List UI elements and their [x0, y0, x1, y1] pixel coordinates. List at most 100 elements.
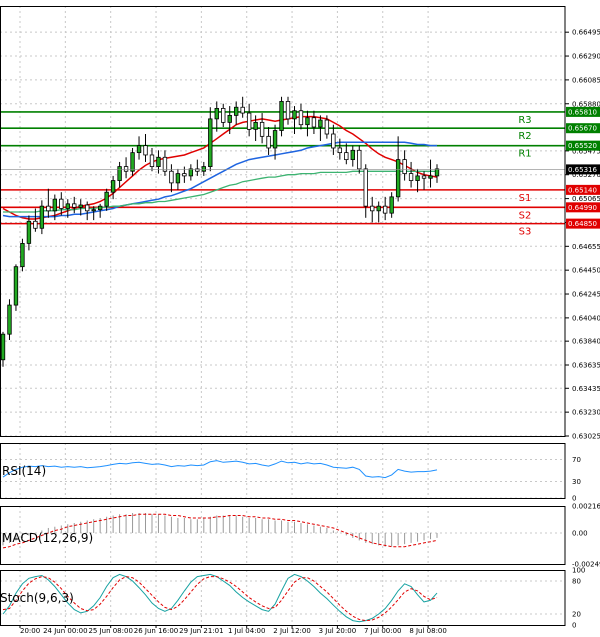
candle-body-up [201, 166, 206, 172]
candle-body-down [46, 205, 51, 212]
candle [279, 96, 284, 137]
candle [20, 238, 25, 272]
level-price-label: 0.64990 [568, 204, 597, 212]
candle [376, 201, 381, 223]
candle-body-down [311, 117, 317, 128]
y-tick-label: 0.64655 [572, 243, 600, 251]
candle-body-down [259, 121, 265, 137]
y-tick-label: 0.63230 [572, 409, 600, 417]
candle-body-up [117, 166, 122, 181]
x-tick-label: 7 Jul 00:00 [364, 627, 402, 635]
main-price-pane: R3 R2 R1 S1 S2 S3 [0, 96, 565, 367]
candle [285, 96, 291, 125]
level-name-r3: R3 [518, 115, 531, 126]
candle [143, 134, 148, 162]
candle [350, 145, 355, 167]
candle-body-up [227, 114, 232, 123]
stoch-label: Stoch(9,6,3) [0, 591, 74, 605]
candle-body-up [26, 220, 32, 244]
candle-body-down [331, 133, 336, 149]
candle-body-up [136, 145, 142, 154]
candle-body-up [234, 106, 239, 116]
candle-body-up [20, 243, 25, 268]
rsi-line [2, 460, 438, 479]
y-tick-label: 0.66495 [572, 29, 600, 37]
y-tick-label: 0.63840 [572, 338, 600, 346]
candle [26, 215, 32, 251]
candle [136, 136, 142, 160]
candle [46, 188, 51, 218]
candle [331, 124, 336, 155]
candle [162, 150, 168, 176]
candle-body-down [59, 198, 64, 209]
candle [208, 107, 213, 172]
candle [78, 199, 83, 216]
current-price-label: 0.65316 [568, 166, 597, 174]
y-tick-label: 0.64450 [572, 267, 600, 275]
x-tick-label: 2 Jul 12:00 [273, 627, 311, 635]
y-tick-label: 0.66290 [572, 53, 600, 61]
level-price-label: 0.65670 [568, 125, 597, 133]
candle-body-up [7, 304, 12, 335]
candle-body-up [130, 152, 135, 172]
candle-body-up [156, 156, 161, 167]
candle-body-up [318, 119, 323, 128]
candle [246, 103, 252, 137]
candle-body-up [272, 130, 278, 149]
candle-body-down [149, 154, 155, 167]
candle [382, 196, 388, 221]
candle-body-down [357, 149, 362, 170]
candle-body-down [370, 205, 375, 212]
candle [402, 150, 407, 181]
y-tick-label: 0.63435 [572, 385, 600, 393]
y-tick-label: 0.63635 [572, 362, 600, 370]
candle [305, 110, 310, 137]
candle-body-up [110, 180, 116, 193]
x-tick-label: 26 Jun 16:00 [134, 627, 178, 635]
candle-body-down [221, 108, 226, 123]
candle-body-down [402, 159, 407, 174]
candle [266, 127, 271, 155]
y-tick-label: 0.63025 [572, 433, 600, 441]
candle-body-up [415, 175, 420, 181]
candle-body-up [428, 175, 433, 179]
candle-body-down [240, 106, 245, 114]
candle [389, 192, 394, 218]
candle-body-down [169, 170, 174, 184]
rsi-tick-label: 30 [572, 478, 581, 486]
candle-body-down [123, 166, 129, 172]
candle [156, 150, 161, 174]
level-name-s3: S3 [519, 227, 532, 238]
stoch-tick-label: 20 [572, 611, 581, 619]
candle-body-up [376, 205, 381, 212]
candle-body-down [421, 175, 427, 179]
candle-body-down [344, 152, 349, 161]
candle [234, 101, 239, 125]
candle-body-down [182, 173, 187, 177]
candle [311, 110, 317, 135]
y-tick-label: 0.66085 [572, 76, 600, 84]
level-price-label: 0.65810 [568, 108, 597, 116]
candle-body-up [434, 168, 440, 177]
candle-body-up [104, 191, 109, 207]
macd-tick-label: 0.002164 [572, 503, 600, 511]
candle-body-down [72, 203, 77, 208]
y-tick-label: 0.64245 [572, 291, 600, 299]
candle-body-down [324, 119, 330, 135]
rsi-label: RSI(14) [2, 464, 46, 478]
candle [201, 161, 206, 176]
candle-body-down [143, 145, 148, 156]
candle-body-down [266, 135, 271, 149]
candle-body-down [285, 101, 291, 120]
candle-body-up [175, 173, 181, 184]
candle [175, 168, 181, 190]
candle-body-up [97, 205, 103, 211]
level-name-r2: R2 [518, 131, 531, 142]
candle-body-down [246, 112, 252, 130]
candle [408, 161, 414, 188]
candle [259, 113, 265, 144]
candle [434, 164, 440, 183]
stoch-tick-label: 80 [572, 578, 581, 586]
candle [0, 331, 6, 367]
forex-chart: R3R2R1S1S2S3 0.664950.662900.660850.6588… [0, 6, 600, 635]
